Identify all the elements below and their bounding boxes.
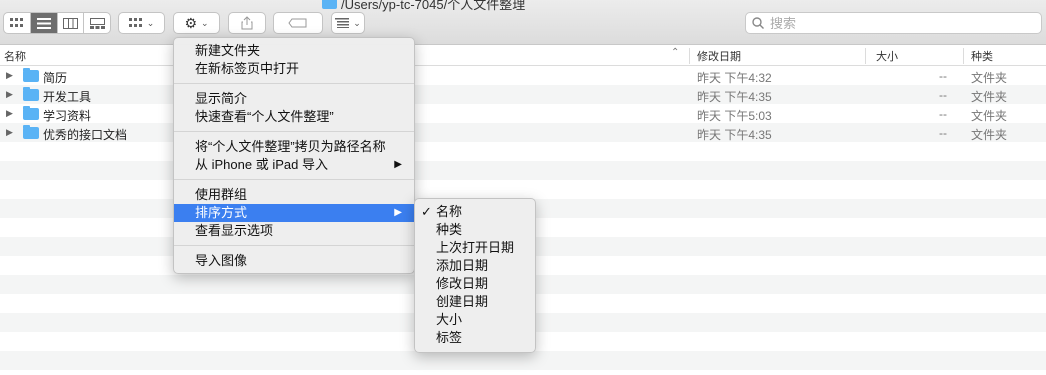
action-button[interactable]: ⚙ ⌄ xyxy=(173,12,220,34)
sort-option-tags[interactable]: 标签 xyxy=(415,329,535,347)
folder-icon xyxy=(23,68,39,82)
list-icon xyxy=(36,17,51,29)
submenu-arrow-icon: ▶ xyxy=(394,159,402,170)
disclosure-triangle-icon[interactable]: ▶ xyxy=(6,108,13,119)
gallery-view-button[interactable] xyxy=(84,13,110,33)
column-header: 名称 ⌃ 修改日期 大小 种类 xyxy=(0,45,1046,66)
sort-option-kind[interactable]: 种类 xyxy=(415,221,535,239)
menu-item-show-view-options[interactable]: 查看显示选项 xyxy=(174,222,414,240)
menu-item-copy-path[interactable]: 将“个人文件整理”拷贝为路径名称 xyxy=(174,138,414,156)
chevron-down-icon: ⌄ xyxy=(146,17,155,28)
table-row[interactable]: ▶ 简历 昨天 下午4:32 -- 文件夹 xyxy=(0,66,1046,85)
sort-option-name[interactable]: ✓ 名称 xyxy=(415,203,535,221)
view-mode-control xyxy=(3,12,111,34)
group-grid-icon xyxy=(128,18,142,27)
empty-row xyxy=(0,161,1046,180)
menu-item-new-folder[interactable]: 新建文件夹 xyxy=(174,42,414,60)
folder-icon xyxy=(23,87,39,101)
file-kind: 文件夹 xyxy=(971,109,1008,123)
search-input[interactable] xyxy=(768,14,1022,32)
column-size[interactable]: 大小 xyxy=(876,48,898,64)
share-icon xyxy=(241,16,253,30)
empty-row xyxy=(0,180,1046,199)
file-size: -- xyxy=(939,126,947,140)
disclosure-triangle-icon[interactable]: ▶ xyxy=(6,89,13,100)
sort-option-last-opened[interactable]: 上次打开日期 xyxy=(415,239,535,257)
file-name: 优秀的接口文档 xyxy=(43,128,128,142)
menu-separator xyxy=(174,179,414,180)
menu-item-label: 名称 xyxy=(436,204,463,219)
file-date: 昨天 下午4:35 xyxy=(697,90,772,104)
file-name: 开发工具 xyxy=(43,90,92,104)
empty-row xyxy=(0,142,1046,161)
icon-view-button[interactable] xyxy=(4,13,31,33)
folder-icon xyxy=(23,106,39,120)
sort-option-size[interactable]: 大小 xyxy=(415,311,535,329)
gallery-icon xyxy=(89,17,105,29)
column-divider[interactable] xyxy=(689,48,690,64)
tag-button[interactable] xyxy=(273,12,323,34)
menu-item-use-groups[interactable]: 使用群组 xyxy=(174,186,414,204)
toolbar: /Users/yp-tc-7045/个人文件整理 ⌄ ⚙ ⌄ ⌄ xyxy=(0,0,1046,45)
checkmark-icon: ✓ xyxy=(421,204,432,219)
column-name[interactable]: 名称 xyxy=(4,48,26,64)
menu-item-label: 排序方式 xyxy=(195,205,248,220)
table-row[interactable]: ▶ 学习资料 昨天 下午5:03 -- 文件夹 xyxy=(0,104,1046,123)
group-button[interactable]: ⌄ xyxy=(118,12,165,34)
column-kind[interactable]: 种类 xyxy=(971,48,993,64)
table-row[interactable]: ▶ 优秀的接口文档 昨天 下午4:35 -- 文件夹 xyxy=(0,123,1046,142)
column-divider[interactable] xyxy=(865,48,866,64)
menu-separator xyxy=(174,131,414,132)
disclosure-triangle-icon[interactable]: ▶ xyxy=(6,70,13,81)
menu-item-get-info[interactable]: 显示简介 xyxy=(174,90,414,108)
search-field[interactable] xyxy=(745,12,1042,34)
menu-item-label: 从 iPhone 或 iPad 导入 xyxy=(195,157,328,172)
tag-icon xyxy=(288,18,307,28)
chevron-down-icon: ⌄ xyxy=(201,17,209,28)
action-menu: 新建文件夹 在新标签页中打开 显示简介 快速查看“个人文件整理” 将“个人文件整… xyxy=(173,37,415,274)
file-name: 学习资料 xyxy=(43,109,92,123)
sort-ascending-icon: ⌃ xyxy=(671,47,680,58)
share-button[interactable] xyxy=(228,12,266,34)
file-date: 昨天 下午4:35 xyxy=(697,128,772,142)
menu-item-sort-by[interactable]: 排序方式 ▶ xyxy=(174,204,414,222)
sort-option-date-created[interactable]: 创建日期 xyxy=(415,293,535,311)
file-kind: 文件夹 xyxy=(971,128,1008,142)
arrange-button[interactable]: ⌄ xyxy=(331,12,365,34)
file-size: -- xyxy=(939,107,947,121)
file-date: 昨天 下午5:03 xyxy=(697,109,772,123)
columns-icon xyxy=(62,17,78,29)
search-icon xyxy=(752,17,764,29)
column-divider[interactable] xyxy=(963,48,964,64)
file-name: 简历 xyxy=(43,71,68,85)
list-view-button[interactable] xyxy=(30,13,58,33)
arrange-list-icon xyxy=(335,18,350,28)
chevron-down-icon: ⌄ xyxy=(353,17,361,28)
column-modified[interactable]: 修改日期 xyxy=(697,48,741,64)
sort-submenu: ✓ 名称 种类 上次打开日期 添加日期 修改日期 创建日期 大小 标签 xyxy=(414,198,536,353)
menu-item-quick-look[interactable]: 快速查看“个人文件整理” xyxy=(174,108,414,126)
folder-icon xyxy=(322,0,337,9)
empty-row xyxy=(0,351,1046,370)
menu-item-open-new-tab[interactable]: 在新标签页中打开 xyxy=(174,60,414,78)
folder-icon xyxy=(23,125,39,139)
table-row[interactable]: ▶ 开发工具 昨天 下午4:35 -- 文件夹 xyxy=(0,85,1046,104)
menu-item-import-from-iphone[interactable]: 从 iPhone 或 iPad 导入 ▶ xyxy=(174,156,414,174)
file-size: -- xyxy=(939,88,947,102)
grid-icon xyxy=(9,18,23,27)
menu-separator xyxy=(174,83,414,84)
file-kind: 文件夹 xyxy=(971,90,1008,104)
column-view-button[interactable] xyxy=(58,13,85,33)
sort-option-date-added[interactable]: 添加日期 xyxy=(415,257,535,275)
file-date: 昨天 下午4:32 xyxy=(697,71,772,85)
gear-icon: ⚙ xyxy=(184,14,197,31)
file-kind: 文件夹 xyxy=(971,71,1008,85)
menu-item-import-images[interactable]: 导入图像 xyxy=(174,252,414,270)
menu-separator xyxy=(174,245,414,246)
disclosure-triangle-icon[interactable]: ▶ xyxy=(6,127,13,138)
file-size: -- xyxy=(939,69,947,83)
sort-option-date-modified[interactable]: 修改日期 xyxy=(415,275,535,293)
submenu-arrow-icon: ▶ xyxy=(394,207,402,218)
